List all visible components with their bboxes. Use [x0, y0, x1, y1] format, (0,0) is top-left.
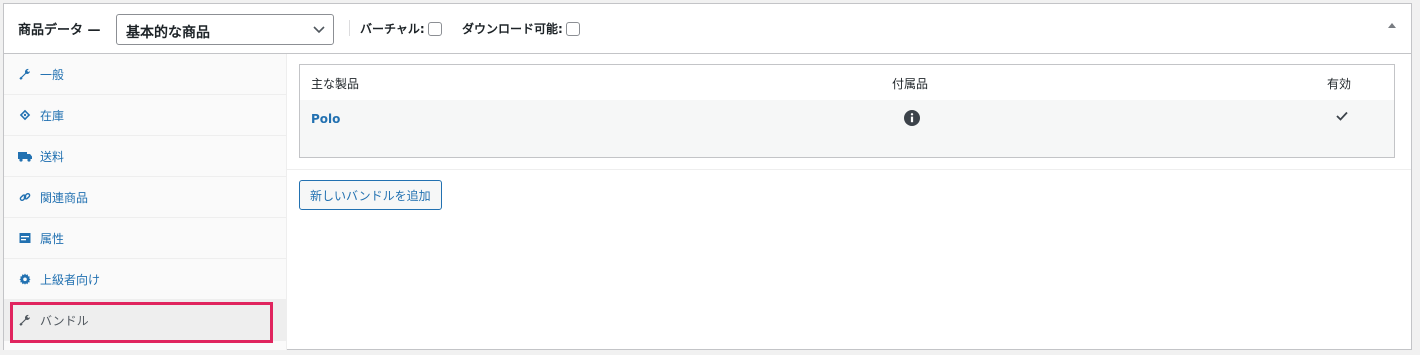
panel-title: 商品データ — [18, 23, 101, 38]
tab-label: バンドル [40, 313, 89, 328]
tab-bundles[interactable]: バンドル [4, 300, 286, 341]
add-bundle-button[interactable]: 新しいバンドルを追加 [299, 180, 442, 210]
panel-header: 商品データ — 基本的な商品 バーチャル: ダウンロード可能: [4, 4, 1411, 54]
col-enabled: 有効 [1327, 77, 1352, 91]
downloadable-option: ダウンロード可能: [462, 20, 580, 37]
list-icon [18, 231, 32, 245]
product-data-panel: 商品データ — 基本的な商品 バーチャル: ダウンロード可能: 一般 在庫 送料 [3, 3, 1412, 350]
info-icon[interactable] [904, 110, 920, 126]
wrench-icon [18, 67, 32, 81]
checkmark-icon [1336, 111, 1348, 121]
tab-general[interactable]: 一般 [4, 54, 286, 95]
chevron-down-icon [313, 26, 325, 34]
table-header: 主な製品 付属品 有効 [300, 65, 1394, 101]
tab-shipping[interactable]: 送料 [4, 136, 286, 177]
tab-linked-products[interactable]: 関連商品 [4, 177, 286, 218]
tab-label: 属性 [40, 231, 65, 246]
truck-icon [18, 149, 32, 163]
col-main-product: 主な製品 [311, 77, 360, 91]
tab-label: 送料 [40, 149, 65, 164]
product-data-tabs: 一般 在庫 送料 関連商品 属性 上級者向け バンドル [4, 54, 287, 350]
virtual-label: バーチャル: [360, 22, 425, 36]
tab-advanced[interactable]: 上級者向け [4, 259, 286, 300]
col-accessory: 付属品 [892, 77, 929, 91]
link-icon [18, 190, 32, 204]
tab-label: 在庫 [40, 108, 65, 123]
tab-label: 一般 [40, 67, 65, 82]
product-link[interactable]: Polo [311, 112, 340, 126]
header-divider [349, 20, 350, 36]
product-type-select[interactable]: 基本的な商品 [116, 14, 334, 45]
downloadable-checkbox[interactable] [565, 21, 580, 36]
tab-attributes[interactable]: 属性 [4, 218, 286, 259]
table-row: Polo [300, 100, 1394, 157]
tab-label: 上級者向け [40, 272, 101, 287]
gear-icon [18, 272, 32, 286]
downloadable-label: ダウンロード可能: [462, 22, 563, 36]
bundles-table: 主な製品 付属品 有効 Polo [299, 64, 1395, 158]
tab-label: 関連商品 [40, 190, 89, 205]
tag-icon [18, 108, 32, 122]
virtual-checkbox[interactable] [427, 21, 442, 36]
tab-inventory[interactable]: 在庫 [4, 95, 286, 136]
bundles-panel: 主な製品 付属品 有効 Polo 新しいバンドルを追加 [287, 54, 1411, 349]
collapse-toggle-icon[interactable] [1387, 21, 1397, 29]
wrench-icon [18, 313, 32, 327]
section-divider [287, 169, 1411, 170]
product-type-value: 基本的な商品 [126, 25, 210, 41]
virtual-option: バーチャル: [360, 20, 442, 37]
